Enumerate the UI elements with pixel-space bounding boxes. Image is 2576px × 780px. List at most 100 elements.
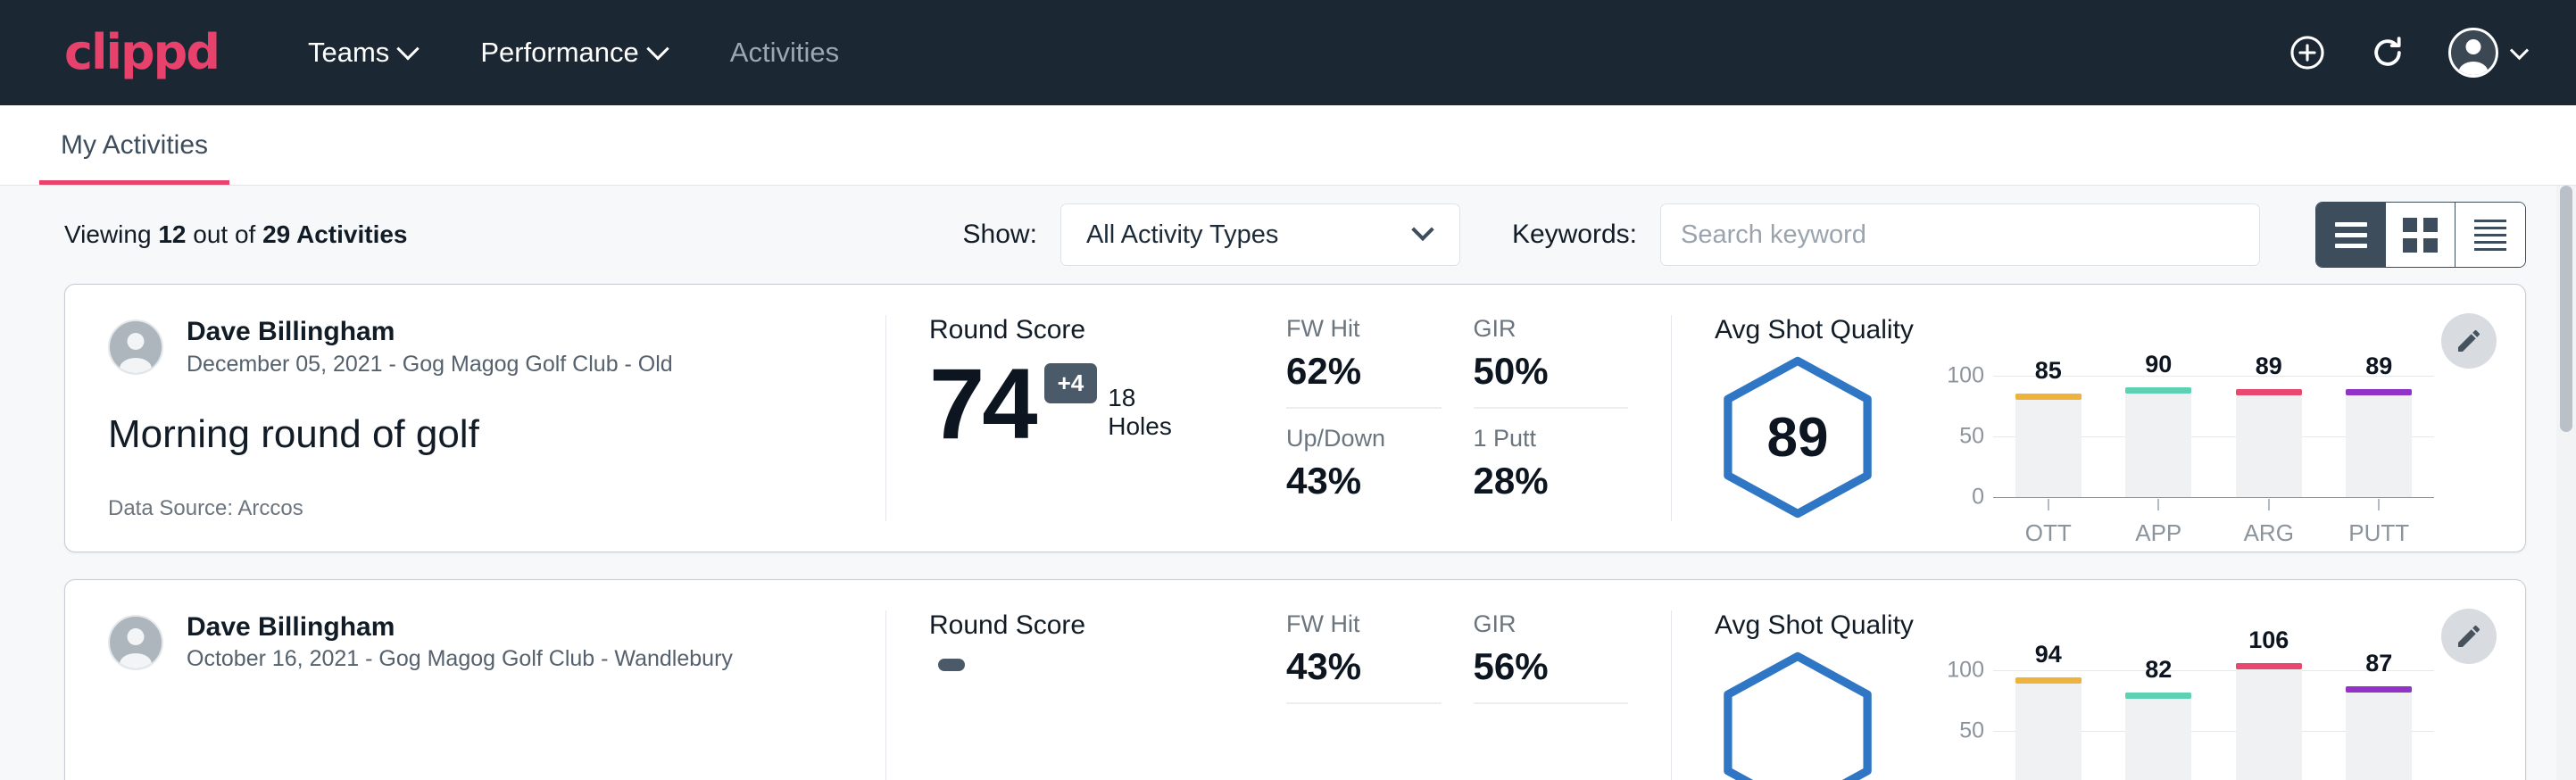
refresh-icon[interactable] xyxy=(2368,33,2407,72)
chevron-down-icon xyxy=(2510,41,2529,60)
chart-bars: 85908989 xyxy=(1993,363,2434,497)
activity-card[interactable]: Dave Billingham October 16, 2021 - Gog M… xyxy=(64,579,2526,780)
stat-up-down: Up/Down 43% xyxy=(1286,409,1442,502)
x-tick-mark xyxy=(2268,499,2270,510)
round-score-panel: Round Score xyxy=(886,610,1243,780)
shot-quality-label: Avg Shot Quality xyxy=(1715,315,2482,345)
stat-gir: GIR 56% xyxy=(1474,610,1629,704)
viewing-count: 12 xyxy=(158,220,186,248)
nav-item-activities-label: Activities xyxy=(730,37,839,69)
stat-value: 28% xyxy=(1474,460,1629,502)
chevron-down-icon xyxy=(397,37,420,60)
x-tick-mark xyxy=(2378,499,2380,510)
round-stats-panel: FW Hit 62% GIR 50% Up/Down 43% 1 Putt 28… xyxy=(1243,315,1672,521)
edit-activity-button[interactable] xyxy=(2441,313,2497,369)
chart-bar-fill xyxy=(2236,663,2302,780)
stat-label: 1 Putt xyxy=(1474,425,1629,452)
round-score-label: Round Score xyxy=(929,315,1201,345)
tab-my-activities-label: My Activities xyxy=(61,130,208,160)
activity-data-source: Data Source: Arccos xyxy=(108,496,843,521)
chart-bar-fill xyxy=(2015,677,2082,780)
app-logo[interactable]: clippd xyxy=(64,29,219,77)
chart-bar: 106 xyxy=(2236,659,2302,780)
stat-value: 56% xyxy=(1474,645,1629,688)
chart-bars: 948210687 xyxy=(1993,659,2434,780)
activity-meta: December 05, 2021 - Gog Magog Golf Club … xyxy=(187,349,673,380)
chart-y-axis: 050100 xyxy=(1934,363,1984,497)
chart-bar-value: 90 xyxy=(2125,351,2191,378)
chart-bar: 85 xyxy=(2015,363,2082,497)
nav-item-teams-label: Teams xyxy=(308,37,389,69)
shot-quality-value: 89 xyxy=(1715,354,1881,520)
chart-bar-value: 82 xyxy=(2125,656,2191,684)
shot-quality-panel: Avg Shot Quality 89 05010085908989OTTAPP… xyxy=(1672,315,2525,521)
chart-bar-fill xyxy=(2125,387,2191,497)
activity-author: Dave Billingham December 05, 2021 - Gog … xyxy=(108,315,843,380)
y-tick-label: 100 xyxy=(1947,658,1984,684)
chart-bar-cap xyxy=(2236,389,2302,395)
chart-bar-fill xyxy=(2346,389,2412,497)
tab-my-activities[interactable]: My Activities xyxy=(39,130,229,185)
stat-fw-hit: FW Hit 43% xyxy=(1286,610,1442,704)
stat-value: 43% xyxy=(1286,645,1442,688)
chart-bar: 90 xyxy=(2125,363,2191,497)
x-tick-mark xyxy=(2157,499,2159,510)
viewing-prefix: Viewing xyxy=(64,220,158,248)
round-score-panel: Round Score 74 +4 18 Holes xyxy=(886,315,1243,521)
nav-item-activities[interactable]: Activities xyxy=(730,37,839,69)
chart-y-axis: 050100 xyxy=(1934,659,1984,780)
edit-activity-button[interactable] xyxy=(2441,609,2497,664)
add-icon[interactable] xyxy=(2288,33,2327,72)
author-block: Dave Billingham October 16, 2021 - Gog M… xyxy=(187,610,733,676)
grid-view-icon xyxy=(2403,218,2438,253)
activity-list: Dave Billingham December 05, 2021 - Gog … xyxy=(0,284,2576,780)
activity-summary: Dave Billingham October 16, 2021 - Gog M… xyxy=(65,610,886,780)
stat-label: FW Hit xyxy=(1286,610,1442,638)
nav-item-performance[interactable]: Performance xyxy=(480,37,665,69)
viewing-total: 29 Activities xyxy=(262,220,407,248)
stat-one-putt: 1 Putt 28% xyxy=(1474,409,1629,502)
activity-card[interactable]: Dave Billingham December 05, 2021 - Gog … xyxy=(64,284,2526,552)
stat-label: GIR xyxy=(1474,315,1629,343)
avatar xyxy=(108,615,163,670)
author-name: Dave Billingham xyxy=(187,315,673,349)
round-score-label: Round Score xyxy=(929,610,1201,641)
search-input[interactable] xyxy=(1660,203,2260,266)
activity-type-select-value: All Activity Types xyxy=(1086,220,1415,250)
stat-label: FW Hit xyxy=(1286,315,1442,343)
chart-bar-fill xyxy=(2125,693,2191,780)
shot-quality-body: 89 05010085908989OTTAPPARGPUTT xyxy=(1715,354,2482,520)
keywords-label: Keywords: xyxy=(1512,220,1637,250)
x-tick-label: APP xyxy=(2125,519,2191,547)
x-tick: OTT xyxy=(2015,499,2082,547)
chart-bar-cap xyxy=(2125,387,2191,394)
view-toggle-group xyxy=(2315,202,2526,268)
nav-item-teams[interactable]: Teams xyxy=(308,37,416,69)
show-label: Show: xyxy=(963,220,1037,250)
x-tick: PUTT xyxy=(2346,499,2412,547)
view-list-button[interactable] xyxy=(2316,203,2386,267)
chevron-down-icon xyxy=(646,37,669,60)
round-stats-grid: FW Hit 62% GIR 50% Up/Down 43% 1 Putt 28… xyxy=(1286,315,1628,502)
chart-bar-cap xyxy=(2015,394,2082,400)
activity-type-select[interactable]: All Activity Types xyxy=(1060,203,1460,266)
shot-quality-label: Avg Shot Quality xyxy=(1715,610,2482,641)
shot-quality-panel: Avg Shot Quality 050100948210687OTTAPPAR… xyxy=(1672,610,2525,780)
shot-quality-hexagon xyxy=(1715,650,1881,780)
view-grid-button[interactable] xyxy=(2386,203,2456,267)
page-scrollbar[interactable] xyxy=(2556,186,2576,780)
x-tick-label: PUTT xyxy=(2346,519,2412,547)
compact-view-icon xyxy=(2474,220,2506,251)
stat-gir: GIR 50% xyxy=(1474,315,1629,409)
shot-quality-value xyxy=(1715,650,1881,780)
chart-x-axis: OTTAPPARGPUTT xyxy=(1993,499,2434,547)
round-score-row xyxy=(929,653,1201,671)
chart-bar-value: 87 xyxy=(2346,650,2412,677)
stat-one-putt xyxy=(1474,704,1629,727)
nav-item-performance-label: Performance xyxy=(480,37,638,69)
scrollbar-thumb[interactable] xyxy=(2560,186,2572,432)
account-menu-button[interactable] xyxy=(2448,28,2526,78)
chart-bar: 94 xyxy=(2015,659,2082,780)
view-compact-button[interactable] xyxy=(2456,203,2525,267)
chart-bar-cap xyxy=(2236,663,2302,669)
